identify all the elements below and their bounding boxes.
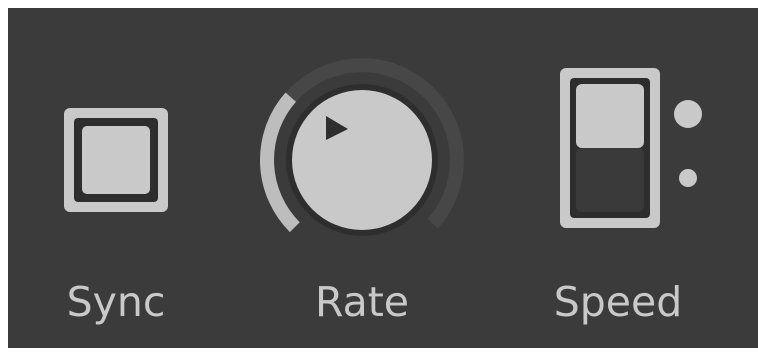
rate-knob-cap — [292, 90, 432, 230]
speed-switch-lever — [576, 84, 644, 148]
speed-position-2-dot-icon — [679, 169, 697, 187]
control-panel: Sync Rate Speed — [8, 8, 758, 348]
speed-label: Speed — [553, 278, 683, 326]
sync-button[interactable] — [64, 108, 168, 212]
rate-knob[interactable] — [260, 58, 464, 260]
speed-position-1-dot-icon — [674, 100, 702, 128]
speed-switch-lower-position — [576, 148, 644, 212]
rate-label: Rate — [314, 278, 409, 326]
speed-switch[interactable] — [560, 68, 720, 232]
sync-button-cap — [82, 126, 150, 194]
sync-label: Sync — [66, 278, 166, 326]
